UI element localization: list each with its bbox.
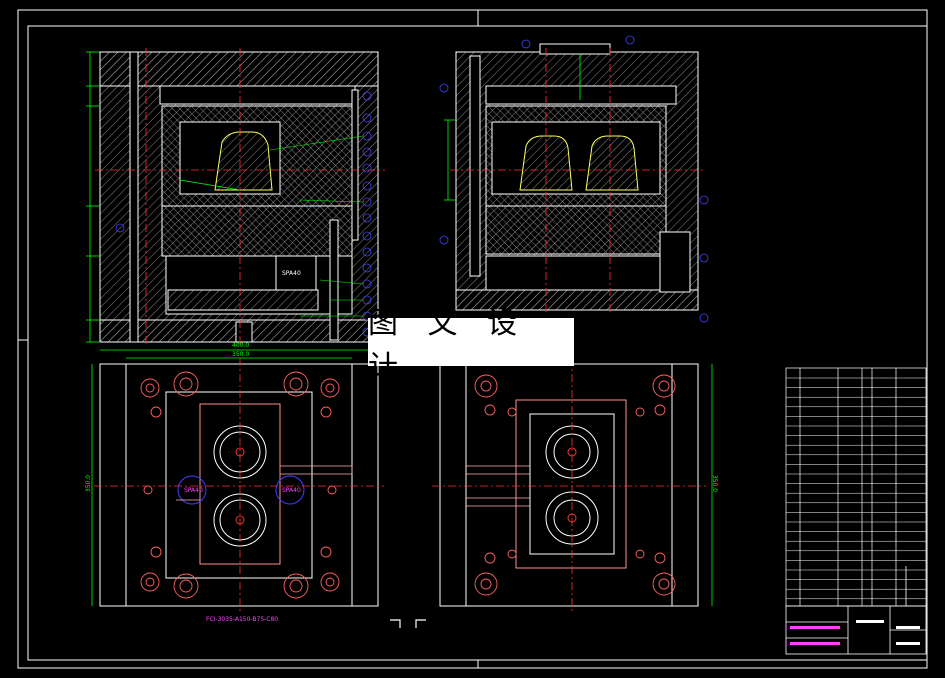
insert-label-2: SPA40 [184,487,203,494]
technical-requirements [796,176,921,189]
title-block-marks [790,620,920,645]
dim-right-height: 350.0 [711,474,719,493]
title-block [785,566,927,655]
right-section-view [455,43,699,311]
insert-label-3: SPA40 [282,487,301,494]
left-plan-view [99,363,379,607]
view-marks [390,619,426,628]
left-plan-waterlines [176,465,353,501]
plate-code-label: FCI-3035-A150-B75-C80 [206,616,279,623]
right-plan-bolts [474,374,676,596]
insert-label-1: SPA40 [282,270,301,277]
dim-left-height: 350.0 [85,474,93,493]
bom-rows [786,377,926,600]
notes-line-1 [796,176,921,189]
right-plan-centerlines [432,358,706,612]
right-plan-view [439,363,699,607]
watermark: 图 文 设 计 [368,306,574,385]
bom-table [785,367,927,607]
dim-left-inner: 350.0 [232,351,250,358]
left-section-view [99,51,379,343]
left-plan-centerlines [94,358,384,612]
dim-left-width: 400.0 [232,342,250,349]
